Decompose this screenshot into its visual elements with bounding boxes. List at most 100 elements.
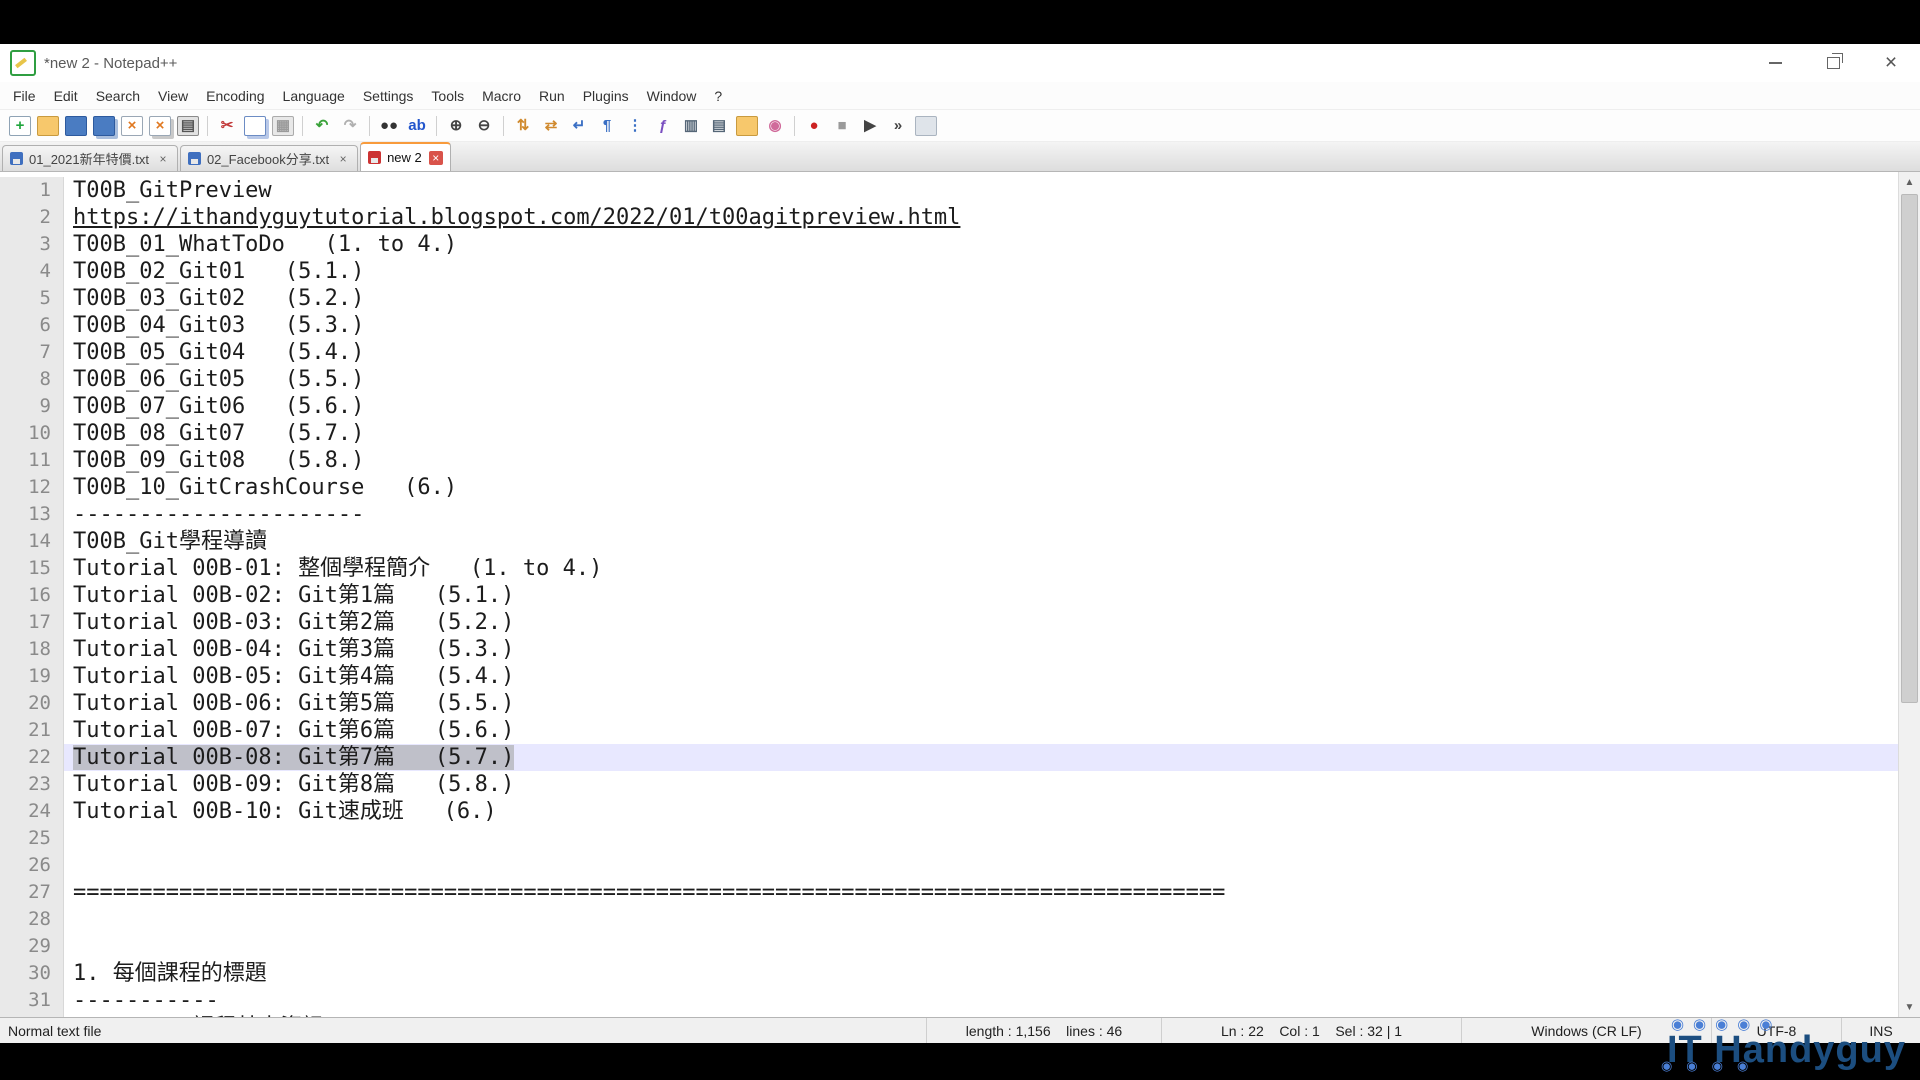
- code-text[interactable]: ----------------------: [64, 501, 1899, 528]
- editor-line[interactable]: 20Tutorial 00B-06: Git第5篇 (5.5.): [0, 690, 1899, 717]
- code-text[interactable]: T00B_04_Git03 (5.3.): [64, 312, 1899, 339]
- sync-vertical-scrolling-button[interactable]: ⇅: [510, 113, 536, 139]
- code-text[interactable]: Tutorial 00B-04: Git第3篇 (5.3.): [64, 636, 1899, 663]
- vertical-scrollbar[interactable]: ▲ ▼: [1898, 172, 1920, 1017]
- code-text[interactable]: Tutorial 00B-07: Git第6篇 (5.6.): [64, 717, 1899, 744]
- code-text[interactable]: T00B_10_GitCrashCourse (6.): [64, 474, 1899, 501]
- minimize-button[interactable]: [1746, 44, 1804, 82]
- code-text[interactable]: T00B_08_Git07 (5.7.): [64, 420, 1899, 447]
- macro-record-button[interactable]: ●: [801, 113, 827, 139]
- editor-line[interactable]: 18Tutorial 00B-04: Git第3篇 (5.3.): [0, 636, 1899, 663]
- menu-item-file[interactable]: File: [4, 85, 45, 107]
- editor-line[interactable]: 5T00B_03_Git02 (5.2.): [0, 285, 1899, 312]
- replace-button[interactable]: ab: [404, 113, 430, 139]
- close-all-documents-button[interactable]: ×: [147, 113, 173, 139]
- menu-item-search[interactable]: Search: [87, 85, 149, 107]
- macro-stop-button[interactable]: ■: [829, 113, 855, 139]
- editor-line[interactable]: 10T00B_08_Git07 (5.7.): [0, 420, 1899, 447]
- code-text[interactable]: T00B_05_Git04 (5.4.): [64, 339, 1899, 366]
- code-text[interactable]: T00B_01_WhatToDo (1. to 4.): [64, 231, 1899, 258]
- code-text[interactable]: Tutorial 00B-06: Git第5篇 (5.5.): [64, 690, 1899, 717]
- code-text[interactable]: T00B_09_Git08 (5.8.): [64, 447, 1899, 474]
- undo-button[interactable]: ↶: [309, 113, 335, 139]
- editor-line[interactable]: 11T00B_09_Git08 (5.8.): [0, 447, 1899, 474]
- indent-guide-button[interactable]: ⋮: [622, 113, 648, 139]
- code-text[interactable]: T00B_03_Git02 (5.2.): [64, 285, 1899, 312]
- code-text[interactable]: T00B_06_Git05 (5.5.): [64, 366, 1899, 393]
- cut-button[interactable]: ✂: [214, 113, 240, 139]
- tab-3[interactable]: new 2×: [360, 142, 451, 171]
- editor-line[interactable]: 21Tutorial 00B-07: Git第6篇 (5.6.): [0, 717, 1899, 744]
- url-text[interactable]: https://ithandyguytutorial.blogspot.com/…: [64, 204, 1899, 231]
- editor-line[interactable]: 2https://ithandyguytutorial.blogspot.com…: [0, 204, 1899, 231]
- editor-line[interactable]: 14T00B_Git學程導讀: [0, 528, 1899, 555]
- editor-line[interactable]: 25: [0, 825, 1899, 852]
- code-text[interactable]: T00B_02_Git01 (5.1.): [64, 258, 1899, 285]
- editor-line[interactable]: 4T00B_02_Git01 (5.1.): [0, 258, 1899, 285]
- show-all-characters-button[interactable]: ¶: [594, 113, 620, 139]
- editor-line[interactable]: 19Tutorial 00B-05: Git第4篇 (5.4.): [0, 663, 1899, 690]
- editor-line[interactable]: 22Tutorial 00B-08: Git第7篇 (5.7.): [0, 744, 1899, 771]
- menu-item-window[interactable]: Window: [638, 85, 706, 107]
- scrollbar-thumb[interactable]: [1901, 194, 1918, 703]
- code-text[interactable]: [64, 852, 1899, 879]
- menu-item-encoding[interactable]: Encoding: [197, 85, 273, 107]
- paste-button[interactable]: ▦: [270, 113, 296, 139]
- macro-play-button[interactable]: ▶: [857, 113, 883, 139]
- find-button[interactable]: ●●: [376, 113, 402, 139]
- scroll-up-arrow-icon[interactable]: ▲: [1899, 172, 1920, 192]
- menu-item-settings[interactable]: Settings: [354, 85, 423, 107]
- menu-item-help[interactable]: ?: [705, 85, 731, 107]
- menu-item-macro[interactable]: Macro: [473, 85, 530, 107]
- tab-close-icon[interactable]: ×: [429, 151, 443, 165]
- save-all-button[interactable]: [91, 113, 117, 139]
- editor-line[interactable]: 27======================================…: [0, 879, 1899, 906]
- zoom-in-button[interactable]: ⊕: [443, 113, 469, 139]
- editor-line[interactable]: 24Tutorial 00B-10: Git速成班 (6.): [0, 798, 1899, 825]
- print-button[interactable]: ▤: [175, 113, 201, 139]
- editor-text[interactable]: 1T00B_GitPreview2https://ithandyguytutor…: [0, 172, 1899, 1017]
- document-list-button[interactable]: ▤: [706, 113, 732, 139]
- editor-line[interactable]: 28: [0, 906, 1899, 933]
- code-text[interactable]: Tutorial 00B-08: Git第7篇 (5.7.): [64, 744, 1899, 771]
- copy-button[interactable]: [242, 113, 268, 139]
- code-text[interactable]: Tutorial 00B-05: Git第4篇 (5.4.): [64, 663, 1899, 690]
- editor-line[interactable]: 8T00B_06_Git05 (5.5.): [0, 366, 1899, 393]
- folder-as-workspace-button[interactable]: [734, 113, 760, 139]
- editor-line[interactable]: 23Tutorial 00B-09: Git第8篇 (5.8.): [0, 771, 1899, 798]
- menu-item-view[interactable]: View: [149, 85, 197, 107]
- editor-line[interactable]: 29: [0, 933, 1899, 960]
- code-text[interactable]: T00B_GitPreview: [64, 177, 1899, 204]
- tab-close-icon[interactable]: ×: [156, 152, 170, 166]
- editor-line[interactable]: 9T00B_07_Git06 (5.6.): [0, 393, 1899, 420]
- code-text[interactable]: T00B_07_Git06 (5.6.): [64, 393, 1899, 420]
- editor-line[interactable]: 17Tutorial 00B-03: Git第2篇 (5.2.): [0, 609, 1899, 636]
- code-text[interactable]: 1. 每個課程的標題: [64, 960, 1899, 987]
- code-text[interactable]: Tutorial 00B-09: Git第8篇 (5.8.): [64, 771, 1899, 798]
- editor-line[interactable]: 31-----------: [0, 987, 1899, 1014]
- editor-line[interactable]: 13----------------------: [0, 501, 1899, 528]
- code-text[interactable]: Tutorial 00B-02: Git第1篇 (5.1.): [64, 582, 1899, 609]
- editor-line[interactable]: 3T00B_01_WhatToDo (1. to 4.): [0, 231, 1899, 258]
- editor-line[interactable]: 6T00B_04_Git03 (5.3.): [0, 312, 1899, 339]
- code-text[interactable]: Tutorial 00B-01: 整個學程簡介 (1. to 4.): [64, 555, 1899, 582]
- menu-item-plugins[interactable]: Plugins: [574, 85, 638, 107]
- menu-item-edit[interactable]: Edit: [45, 85, 87, 107]
- redo-button[interactable]: ↷: [337, 113, 363, 139]
- editor-line[interactable]: 15Tutorial 00B-01: 整個學程簡介 (1. to 4.): [0, 555, 1899, 582]
- macro-run-multiple-button[interactable]: »: [885, 113, 911, 139]
- open-folder-button[interactable]: [35, 113, 61, 139]
- code-text[interactable]: ========================================…: [64, 879, 1899, 906]
- code-text[interactable]: Tutorial 00B-03: Git第2篇 (5.2.): [64, 609, 1899, 636]
- close-button[interactable]: ×: [1862, 44, 1920, 82]
- sync-horizontal-scrolling-button[interactable]: ⇄: [538, 113, 564, 139]
- new-file-button[interactable]: +: [7, 113, 33, 139]
- close-document-button[interactable]: ×: [119, 113, 145, 139]
- editor-line[interactable]: 7T00B_05_Git04 (5.4.): [0, 339, 1899, 366]
- code-text[interactable]: [64, 933, 1899, 960]
- code-text[interactable]: 2. HiSKIO課程基本資訊: [64, 1014, 1899, 1017]
- code-text[interactable]: -----------: [64, 987, 1899, 1014]
- tab-2[interactable]: 02_Facebook分享.txt×: [180, 145, 358, 171]
- document-map-button[interactable]: ▥: [678, 113, 704, 139]
- word-wrap-button[interactable]: ↵: [566, 113, 592, 139]
